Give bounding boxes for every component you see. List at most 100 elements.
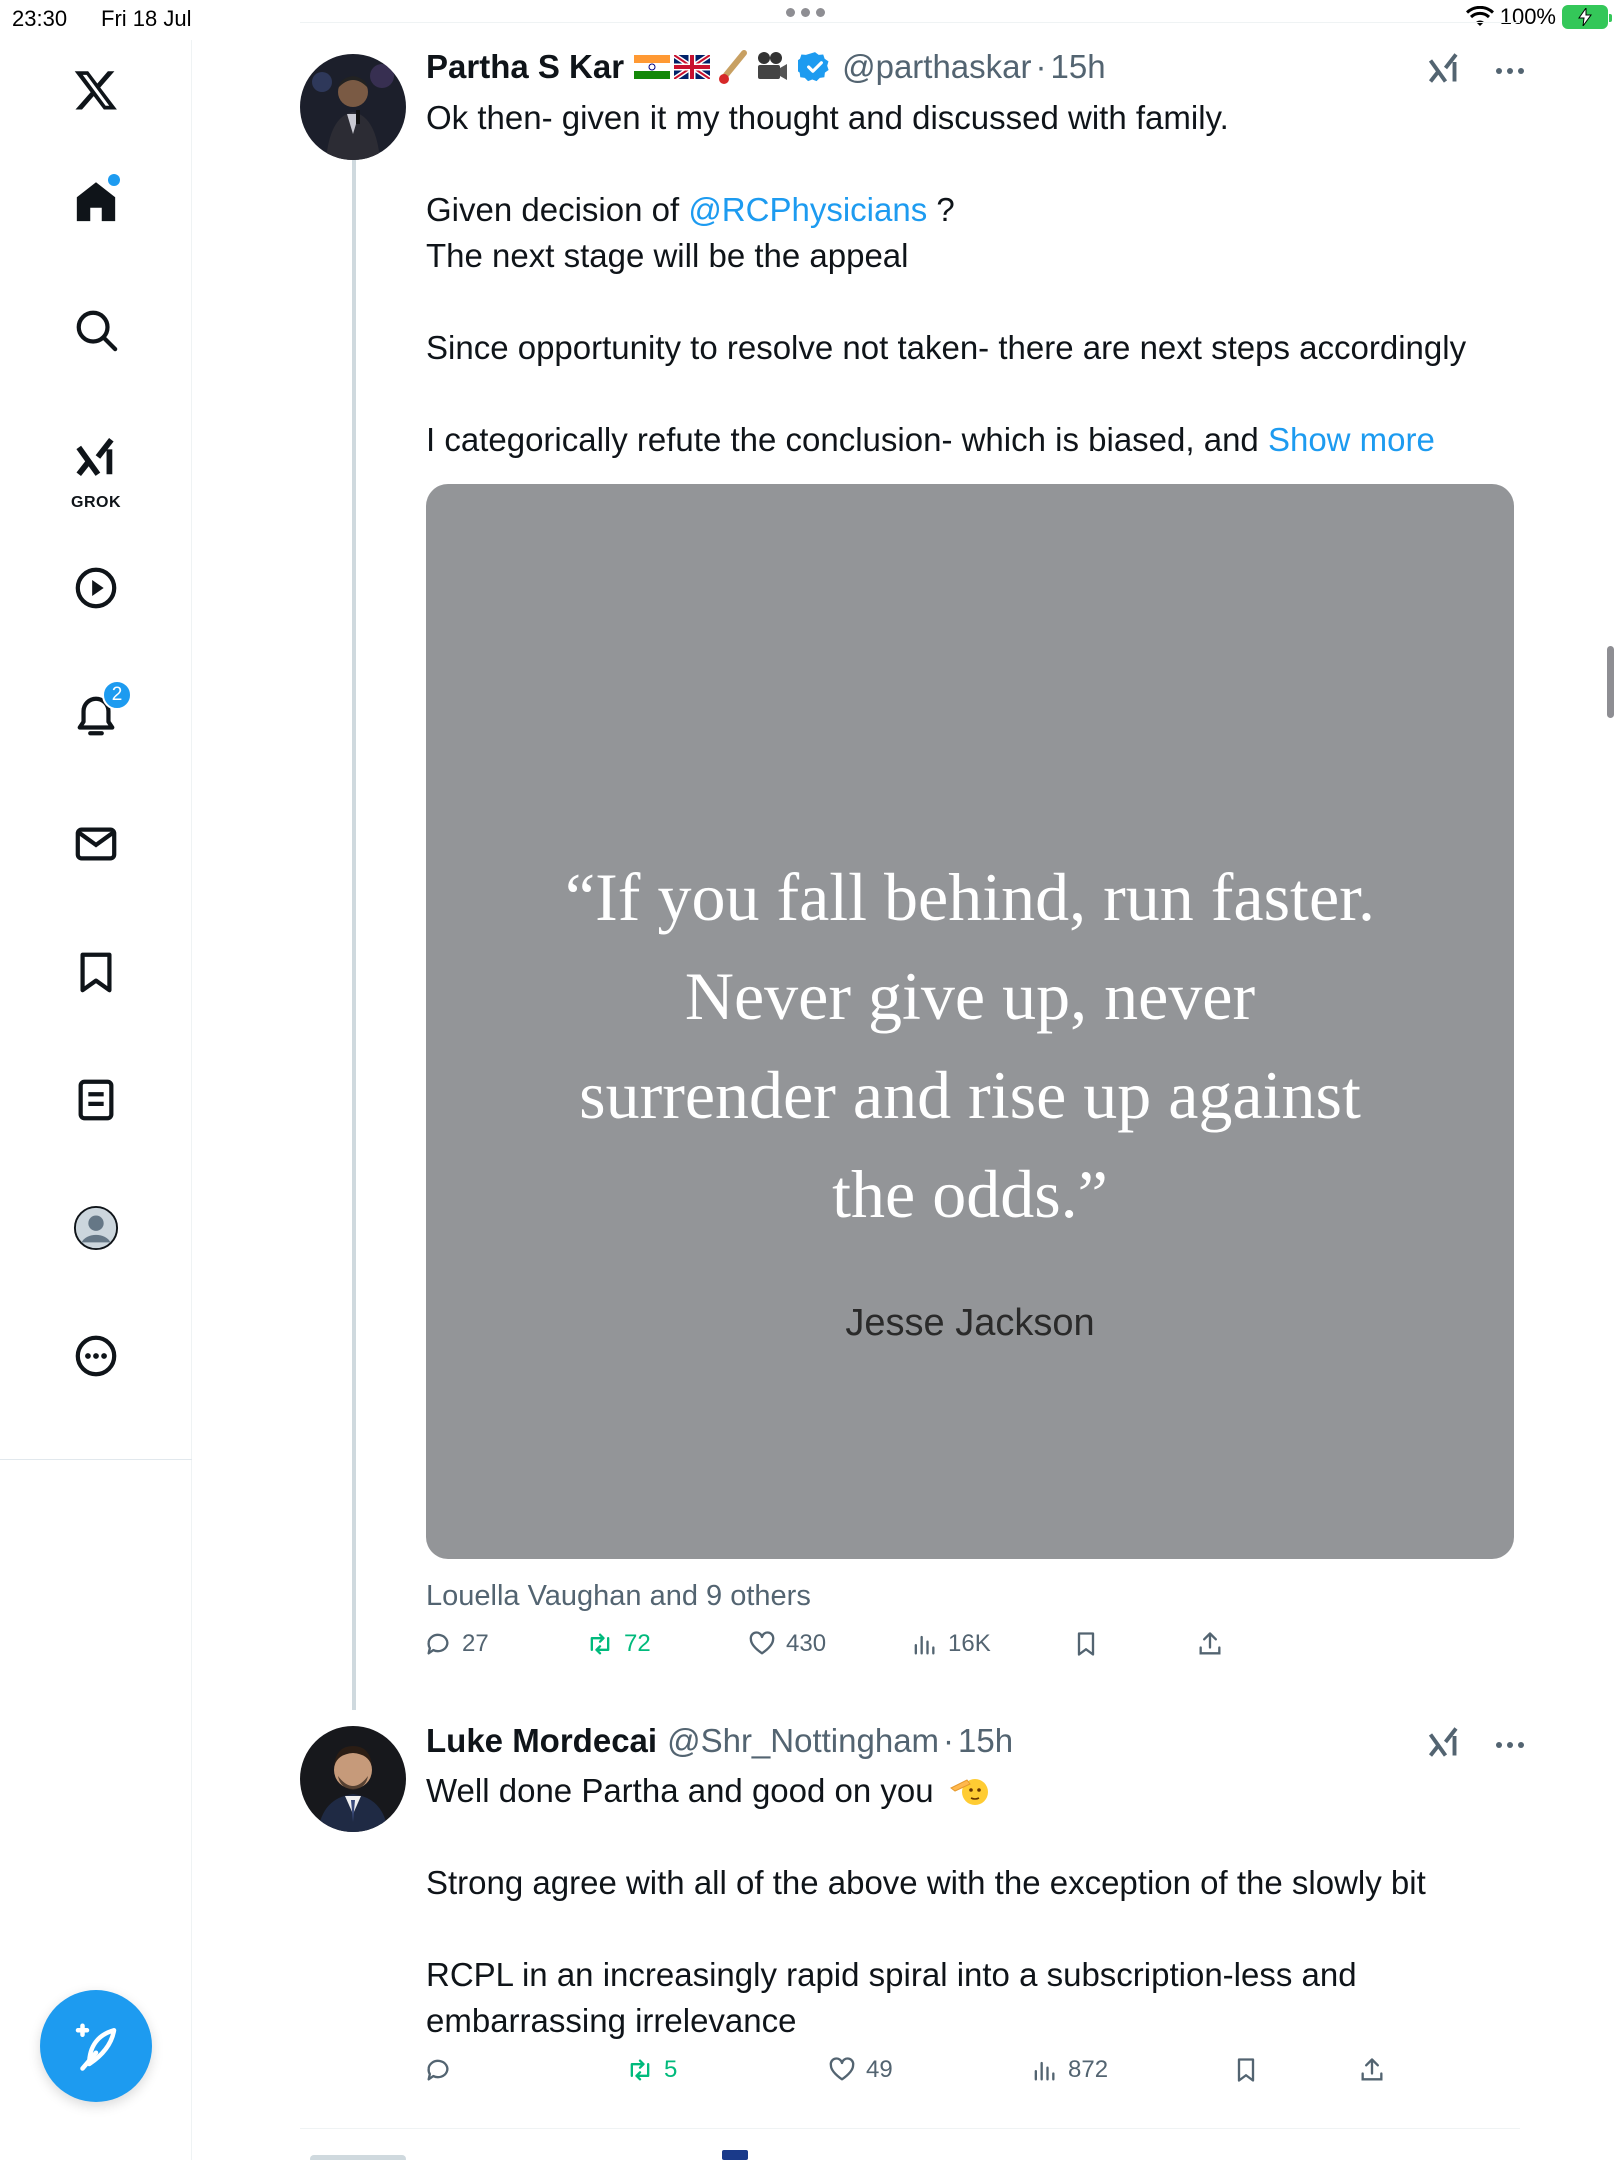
post-text-segment: Given decision of <box>426 191 689 228</box>
author-name[interactable]: Luke Mordecai <box>426 1722 657 1760</box>
x-logo-icon[interactable] <box>62 56 130 124</box>
post-more-icon[interactable] <box>1496 67 1524 74</box>
post-time[interactable]: 15h <box>1051 48 1106 86</box>
video-icon[interactable] <box>62 554 130 622</box>
post-text-segment: ? <box>927 191 955 228</box>
post-body: Ok then- given it my thought and discuss… <box>426 95 1466 463</box>
post-divider <box>300 2128 1520 2129</box>
india-flag-icon <box>634 55 671 79</box>
views-count: 16K <box>948 1630 991 1657</box>
reply-button[interactable] <box>424 2056 462 2084</box>
post-separator: · <box>943 1722 955 1759</box>
post-text-segment: Well done Partha and good on you <box>426 1772 934 1809</box>
next-post-preview <box>722 2150 748 2160</box>
verified-badge-icon <box>798 52 829 82</box>
mention-link[interactable]: @RCPhysicians <box>688 191 927 228</box>
timeline-top-divider <box>300 22 1520 23</box>
next-post-preview <box>310 2155 406 2160</box>
sidebar-nav: GROK 2 <box>0 40 192 2160</box>
battery-percent: 100% <box>1499 4 1556 29</box>
saluting-face-icon <box>949 1779 988 1805</box>
notifications-badge: 2 <box>102 680 132 710</box>
uk-flag-icon <box>674 55 711 79</box>
post-text-line: Given decision of @RCPhysicians ? <box>426 187 1466 233</box>
views-button[interactable]: 16K <box>910 1630 991 1658</box>
liked-by-text[interactable]: Louella Vaughan and 9 others <box>426 1580 811 1613</box>
post-top-actions <box>1426 1724 1524 1765</box>
battery-icon <box>1562 5 1612 29</box>
reply-count: 27 <box>462 1630 489 1657</box>
bookmark-button[interactable] <box>1072 1630 1100 1658</box>
post-text-line: Since opportunity to resolve not taken- … <box>426 329 1467 366</box>
like-button[interactable]: 430 <box>748 1630 826 1658</box>
author-name[interactable]: Partha S Kar <box>426 48 624 86</box>
views-button[interactable]: 872 <box>1030 2056 1108 2084</box>
bookmark-icon <box>1237 2058 1255 2082</box>
quote-line: Never give up, never <box>684 958 1256 1034</box>
post-header: Partha S Kar @parthaskar · 15h <box>426 48 1106 86</box>
notifications-icon[interactable]: 2 <box>62 680 132 750</box>
post-header: Luke Mordecai @Shr_Nottingham · 15h <box>426 1722 1013 1760</box>
post-text-line: RCPL in an increasingly rapid spiral int… <box>426 1956 1357 1993</box>
repost-count: 5 <box>664 2056 678 2083</box>
share-button[interactable] <box>1196 1630 1224 1658</box>
grok-explain-icon[interactable] <box>1426 50 1462 91</box>
status-right: 100% <box>1465 4 1612 30</box>
author-handle[interactable]: @parthaskar <box>842 48 1031 86</box>
post-actions: 5 49 872 <box>0 2056 1620 2100</box>
thread-connector <box>352 160 356 1710</box>
like-count: 430 <box>786 1630 827 1657</box>
views-count: 872 <box>1068 2056 1109 2083</box>
grok-explain-icon[interactable] <box>1426 1724 1462 1765</box>
lists-icon[interactable] <box>62 1066 130 1134</box>
reply-button[interactable]: 27 <box>424 1630 489 1658</box>
like-count: 49 <box>866 2056 893 2083</box>
author-handle[interactable]: @Shr_Nottingham <box>667 1722 939 1760</box>
messages-icon[interactable] <box>62 810 130 878</box>
avatar[interactable] <box>300 54 406 160</box>
reply-icon <box>427 2059 449 2081</box>
post-top-actions <box>1426 50 1524 91</box>
multitasking-dots-icon[interactable] <box>786 8 825 17</box>
post-actions: 27 72 430 16K <box>0 1630 1620 1674</box>
post-time[interactable]: 15h <box>958 1722 1013 1760</box>
repost-button[interactable]: 5 <box>626 2056 677 2084</box>
show-more-link[interactable]: Show more <box>1268 421 1435 458</box>
share-button[interactable] <box>1358 2056 1386 2084</box>
post-text-line: Well done Partha and good on you <box>426 1768 1426 1814</box>
repost-icon <box>630 2059 650 2081</box>
reply-icon <box>427 1633 449 1655</box>
more-icon[interactable] <box>62 1322 130 1390</box>
like-button[interactable]: 49 <box>828 2056 893 2084</box>
quote-text: “If you fall behind, run faster. Never g… <box>426 848 1514 1244</box>
quote-author: Jesse Jackson <box>845 1302 1095 1344</box>
cricket-icon <box>719 50 748 84</box>
grok-icon[interactable]: GROK <box>62 424 130 511</box>
heart-icon <box>829 2057 855 2081</box>
search-icon[interactable] <box>62 296 130 364</box>
avatar[interactable] <box>300 1726 406 1832</box>
profile-avatar-icon[interactable] <box>62 1194 130 1262</box>
views-icon <box>1034 2061 1055 2081</box>
post-text-line: Strong agree with all of the above with … <box>426 1864 1426 1901</box>
home-notification-dot <box>108 174 120 186</box>
heart-icon <box>749 1631 775 1655</box>
repost-button[interactable]: 72 <box>586 1630 651 1658</box>
bookmark-icon <box>1077 1632 1095 1656</box>
bookmarks-icon[interactable] <box>62 938 130 1006</box>
post-text-line: The next stage will be the appeal <box>426 237 909 274</box>
scrollbar[interactable] <box>1607 646 1614 718</box>
quote-line: “If you fall behind, run faster. <box>564 859 1376 935</box>
post-media-image[interactable]: “If you fall behind, run faster. Never g… <box>426 484 1514 1559</box>
repost-count: 72 <box>624 1630 651 1657</box>
share-icon <box>1361 2058 1383 2081</box>
bookmark-button[interactable] <box>1232 2056 1260 2084</box>
repost-icon <box>590 1633 610 1655</box>
wifi-icon <box>1465 6 1494 26</box>
home-icon[interactable] <box>62 168 130 236</box>
post-body: Well done Partha and good on you Strong … <box>426 1768 1426 2044</box>
status-time: 23:30 <box>12 6 68 31</box>
post-more-icon[interactable] <box>1496 1741 1524 1748</box>
post-text-segment: I categorically refute the conclusion- w… <box>426 421 1268 458</box>
status-bar: 23:30 Fri 18 Jul 100% <box>0 0 1620 40</box>
